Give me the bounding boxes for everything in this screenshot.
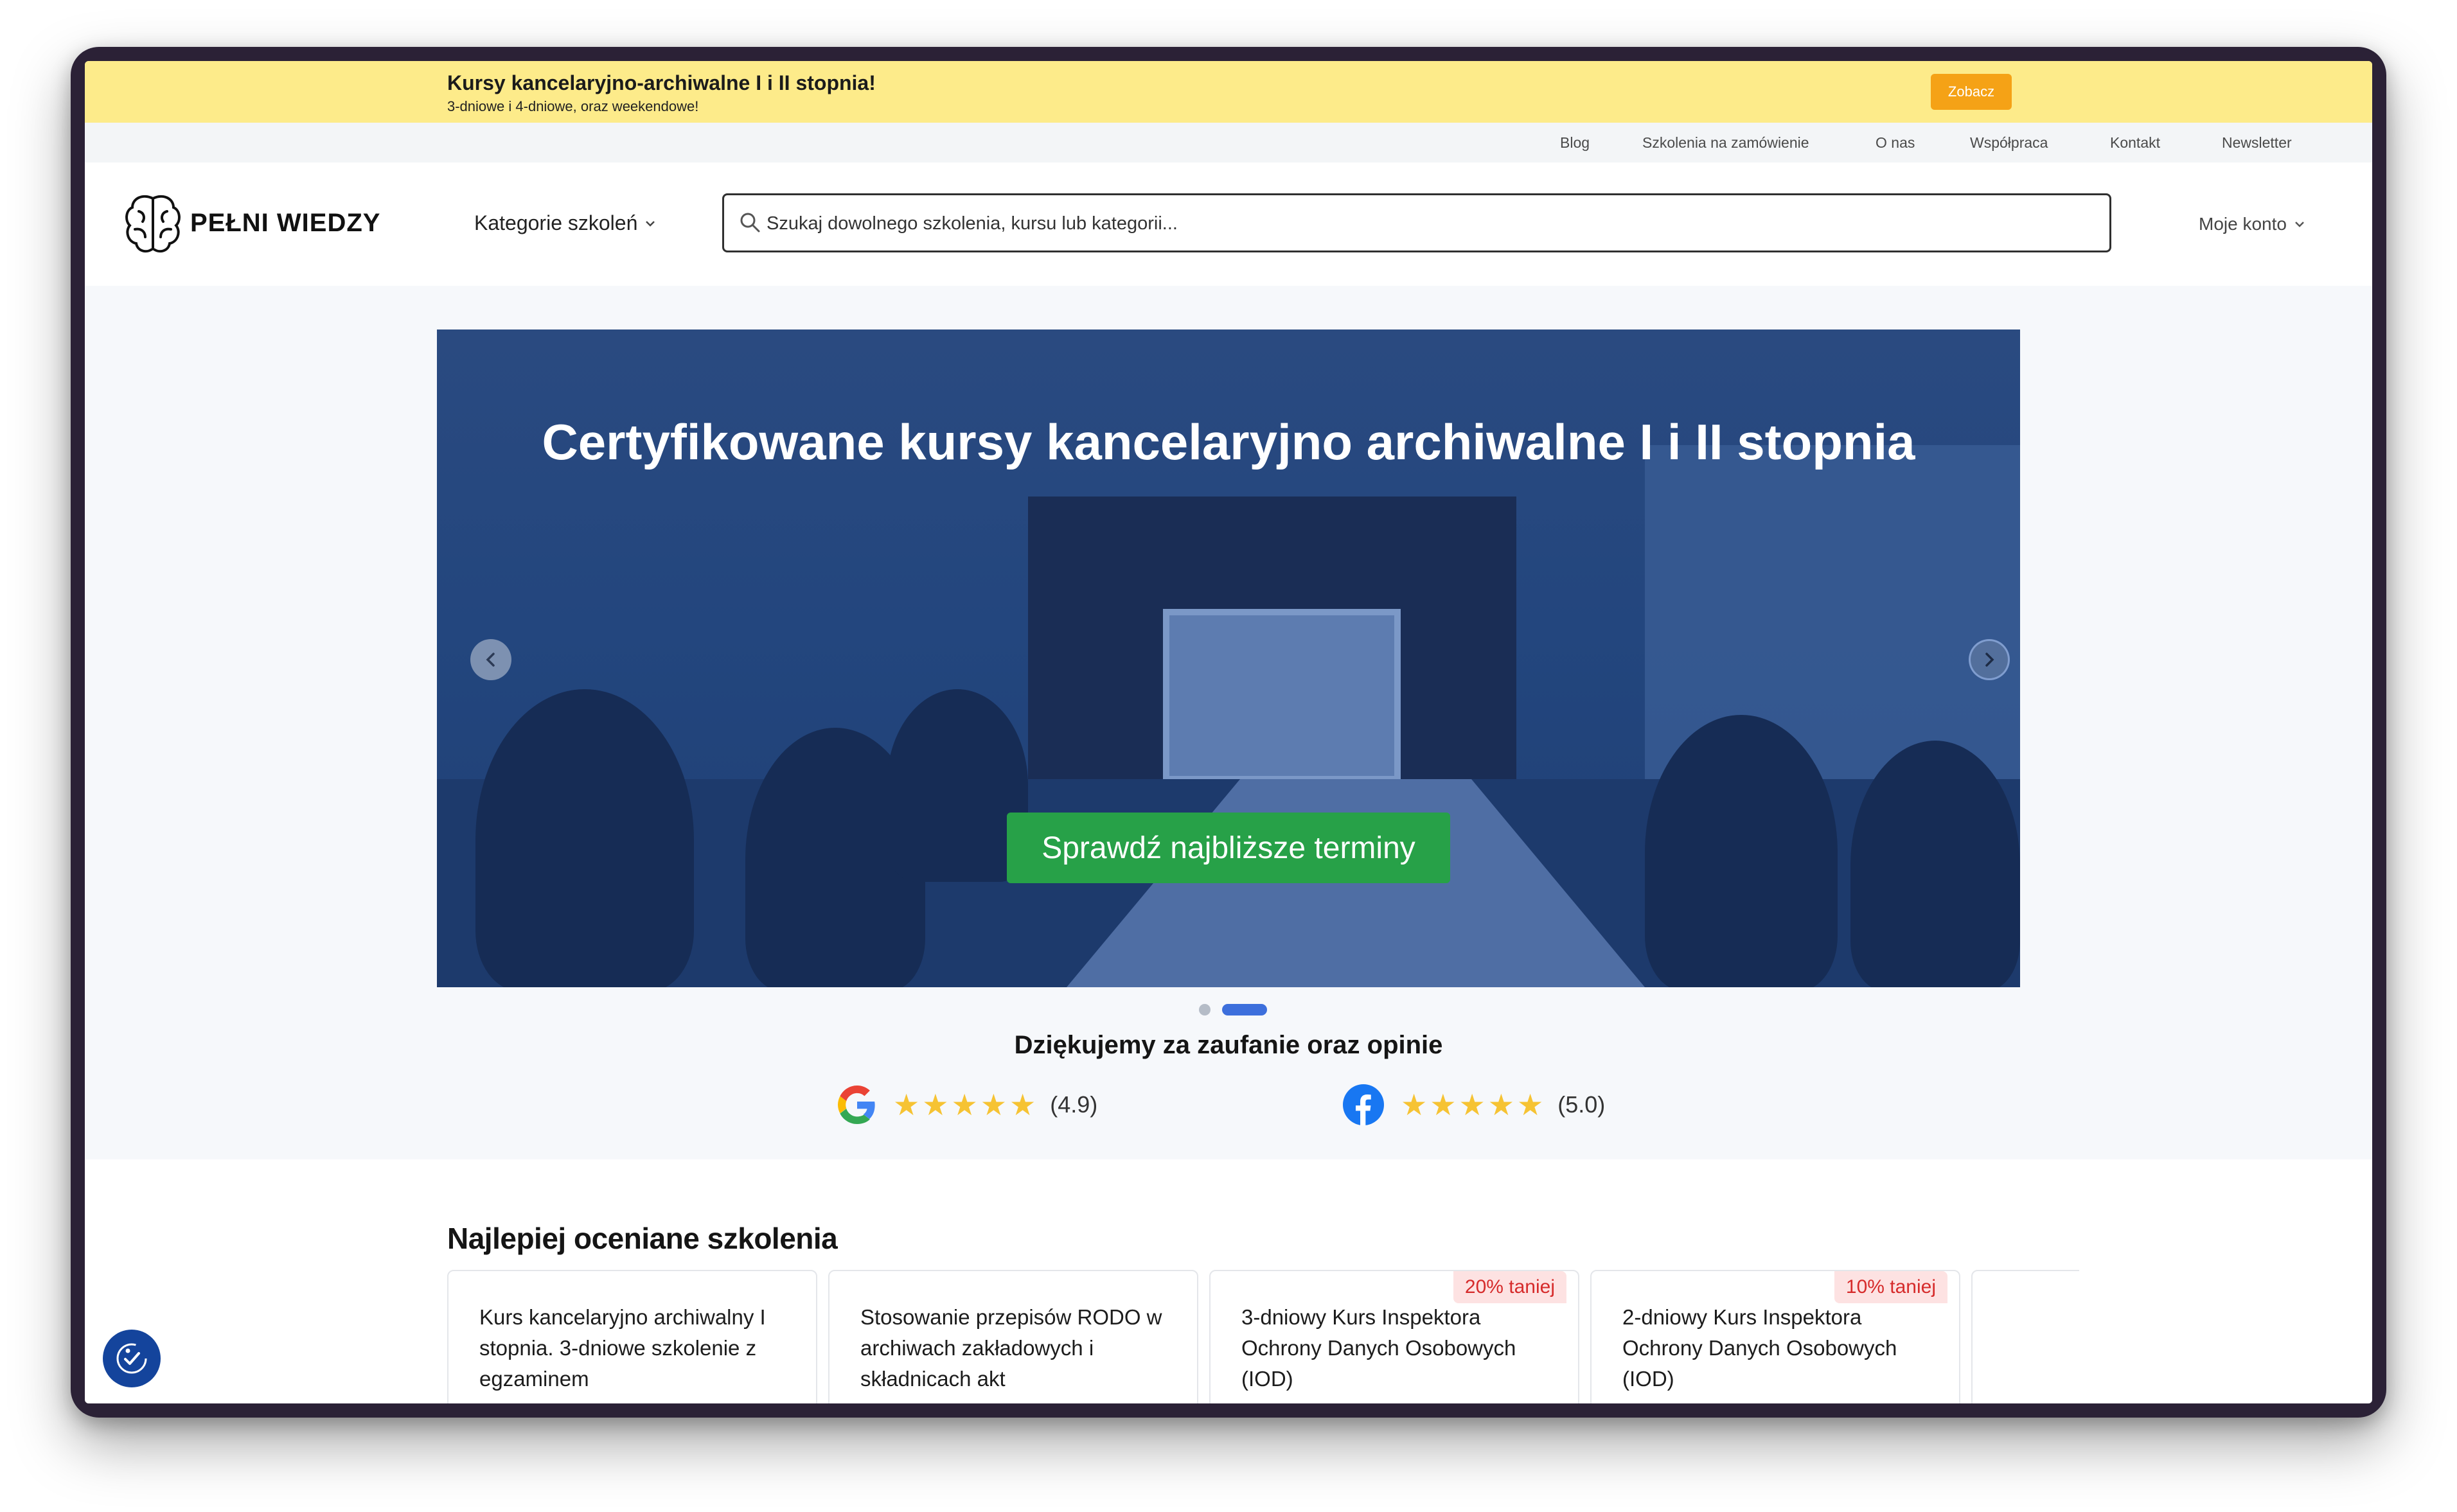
nav-link-custom-trainings[interactable]: Szkolenia na zamówienie: [1642, 134, 1809, 152]
course-card-title: Kurs kancelaryjno archiwalny I stopnia. …: [479, 1305, 766, 1391]
best-rated-carousel: Kurs kancelaryjno archiwalny I stopnia. …: [447, 1270, 2079, 1403]
chevron-down-icon: [646, 220, 655, 227]
course-card-title: 2-dniowy Kurs Inspektora Ochrony Danych …: [1622, 1305, 1897, 1391]
facebook-stars: ★★★★★: [1401, 1088, 1547, 1121]
categories-menu[interactable]: Kategorie szkoleń: [474, 211, 655, 235]
chevron-down-icon: [2295, 222, 2304, 227]
course-card[interactable]: 10% taniej 2-dniowy Kurs Inspektora Ochr…: [1590, 1270, 1960, 1403]
google-stars: ★★★★★: [893, 1088, 1039, 1121]
nav-link-newsletter[interactable]: Newsletter: [2222, 134, 2292, 152]
facebook-rating[interactable]: ★★★★★ (5.0): [1343, 1082, 1605, 1127]
slide-photo-screen: [1163, 609, 1401, 782]
categories-label: Kategorie szkoleń: [474, 211, 638, 234]
accessibility-check-icon: [116, 1343, 147, 1374]
slide-photo-person: [1645, 715, 1838, 987]
facebook-logo-icon: [1343, 1084, 1384, 1125]
google-logo-icon: [838, 1086, 875, 1124]
google-score: (4.9): [1050, 1091, 1098, 1118]
browser-viewport: Kursy kancelaryjno-archiwalne I i II sto…: [85, 61, 2372, 1403]
promo-subtitle: 3-dniowe i 4-dniowe, oraz weekendowe!: [447, 98, 699, 114]
course-card[interactable]: Kurs kancelaryjno archiwalny I stopnia. …: [447, 1270, 817, 1403]
slider-dot-2-active[interactable]: [1222, 1004, 1267, 1015]
nav-link-blog[interactable]: Blog: [1560, 134, 1590, 152]
best-rated-title: Najlepiej oceniane szkolenia: [447, 1222, 838, 1255]
slider-prev-button[interactable]: [470, 639, 511, 680]
google-rating[interactable]: ★★★★★ (4.9): [838, 1082, 1097, 1127]
chevron-left-icon: [486, 653, 495, 667]
search-icon: [740, 213, 760, 233]
course-card[interactable]: Stosowanie przepisów RODO w archiwach za…: [828, 1270, 1198, 1403]
trust-heading: Dziękujemy za zaufanie oraz opinie: [1014, 1031, 1443, 1059]
logo-text[interactable]: PEŁNI WIEDZY: [190, 209, 380, 238]
course-card-partial[interactable]: [1971, 1270, 2079, 1403]
account-menu[interactable]: Moje konto: [2199, 214, 2305, 234]
promo-bar: Kursy kancelaryjno-archiwalne I i II sto…: [85, 61, 2372, 123]
course-card-title: Stosowanie przepisów RODO w archiwach za…: [860, 1305, 1162, 1391]
search-input[interactable]: [765, 207, 2091, 240]
nav-link-contact[interactable]: Kontakt: [2110, 134, 2160, 152]
site-header: PEŁNI WIEDZY Kategorie szkoleń Moje kont…: [85, 163, 2372, 286]
nav-link-about[interactable]: O nas: [1876, 134, 1915, 152]
course-card[interactable]: 20% taniej 3-dniowy Kurs Inspektora Ochr…: [1209, 1270, 1579, 1403]
account-label: Moje konto: [2199, 214, 2287, 234]
slider-dot-1[interactable]: [1199, 1004, 1211, 1015]
search-box[interactable]: [722, 193, 2111, 252]
hero-title: Certyfikowane kursy kancelaryjno archiwa…: [542, 414, 1915, 470]
facebook-score: (5.0): [1557, 1091, 1606, 1118]
nav-link-cooperation[interactable]: Współpraca: [1970, 134, 2048, 152]
discount-badge: 10% taniej: [1834, 1271, 1947, 1303]
accessibility-button[interactable]: [103, 1330, 161, 1387]
hero-slide[interactable]: Certyfikowane kursy kancelaryjno archiwa…: [437, 330, 2020, 987]
slide-photo-person: [475, 689, 694, 987]
utility-nav: Blog Szkolenia na zamówienie O nas Współ…: [85, 123, 2372, 163]
brain-logo-icon[interactable]: [123, 192, 182, 256]
promo-see-button[interactable]: Zobacz: [1931, 74, 2012, 110]
hero-cta-button[interactable]: Sprawdź najbliższe terminy: [1007, 813, 1450, 883]
promo-title: Kursy kancelaryjno-archiwalne I i II sto…: [447, 71, 876, 94]
slider-next-button[interactable]: [1969, 639, 2010, 680]
course-card-title: 3-dniowy Kurs Inspektora Ochrony Danych …: [1241, 1305, 1516, 1391]
discount-badge: 20% taniej: [1453, 1271, 1566, 1303]
chevron-right-icon: [1985, 653, 1994, 667]
slide-photo-person: [1850, 741, 2020, 987]
